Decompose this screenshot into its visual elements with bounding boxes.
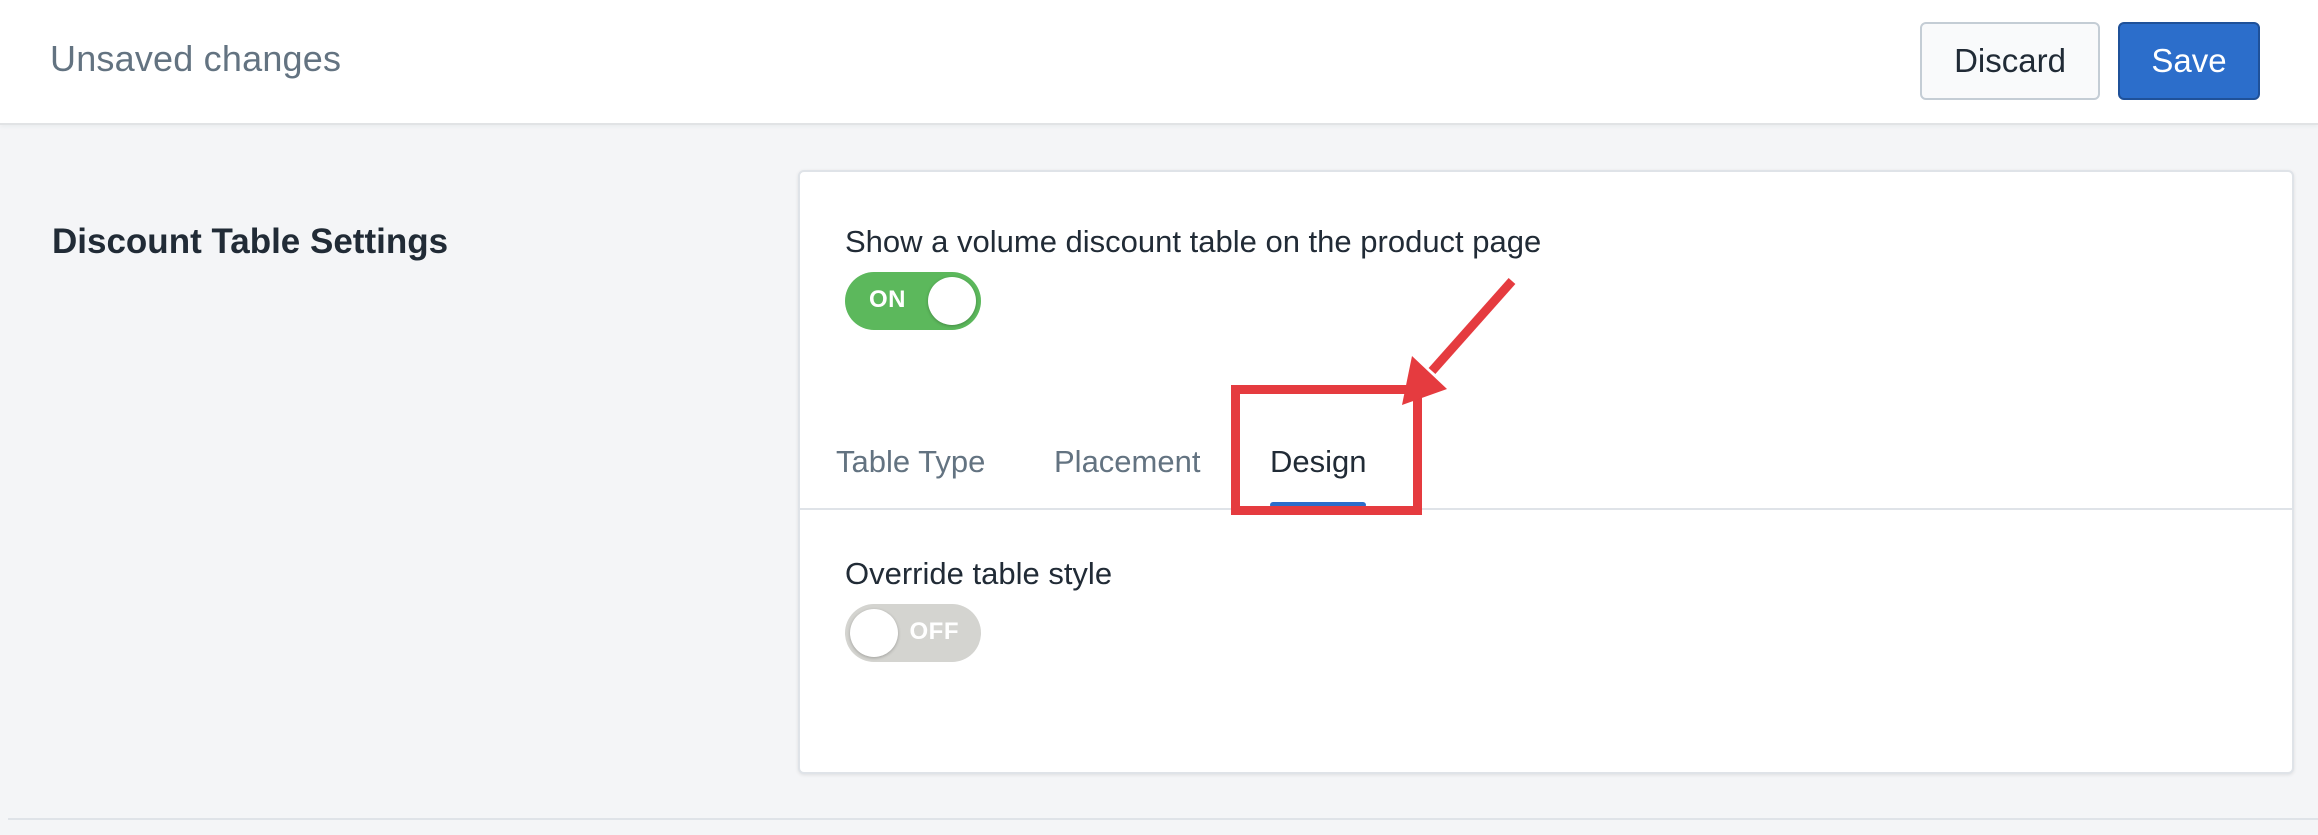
show-table-toggle[interactable]: ON <box>845 272 981 330</box>
toggle-knob <box>850 609 898 657</box>
bottom-divider <box>8 818 2318 820</box>
override-style-label: Override table style <box>845 556 1113 591</box>
selected-tab-indicator <box>1270 502 1366 508</box>
tab-design[interactable]: Design <box>1270 444 1367 480</box>
save-button[interactable]: Save <box>2118 22 2260 100</box>
contextual-save-bar: Unsaved changes Discard Save <box>0 0 2318 125</box>
tab-bar: Table Type Placement Design <box>800 402 2292 510</box>
toggle-state-text: OFF <box>909 618 959 645</box>
tab-placement[interactable]: Placement <box>1054 444 1200 480</box>
tab-table-type[interactable]: Table Type <box>836 444 985 480</box>
toggle-state-text: ON <box>869 286 906 313</box>
section-title: Discount Table Settings <box>52 222 449 261</box>
settings-card: Show a volume discount table on the prod… <box>798 170 2294 774</box>
show-table-label: Show a volume discount table on the prod… <box>845 224 1542 259</box>
discard-button[interactable]: Discard <box>1920 22 2100 100</box>
override-style-toggle[interactable]: OFF <box>845 604 981 662</box>
unsaved-changes-title: Unsaved changes <box>50 38 342 79</box>
toggle-knob <box>928 277 976 325</box>
